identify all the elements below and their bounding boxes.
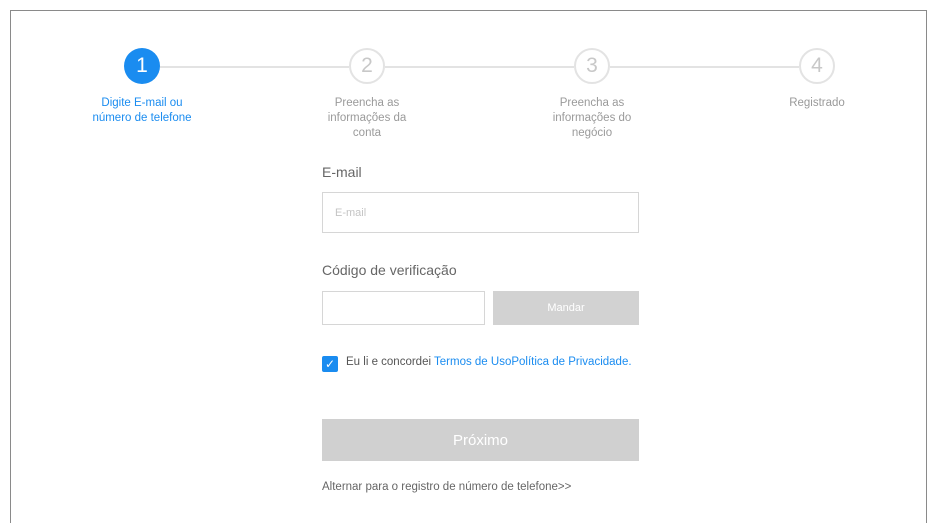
step-3-indicator: 3 bbox=[574, 48, 610, 84]
step-1-label: Digite E-mail ou número de telefone bbox=[67, 96, 217, 126]
terms-of-use-link[interactable]: Termos de Uso bbox=[434, 356, 511, 368]
step-2-label-line: conta bbox=[352, 127, 382, 139]
step-3-label-line: negócio bbox=[571, 127, 613, 139]
step-2-label: Preencha as informações da conta bbox=[292, 96, 442, 141]
terms-checkbox[interactable]: ✓ bbox=[322, 356, 338, 372]
email-input[interactable] bbox=[322, 192, 639, 233]
step-2-label-line: Preencha as bbox=[334, 97, 400, 109]
switch-to-phone-link[interactable]: Alternar para o registro de número de te… bbox=[322, 481, 571, 493]
step-connector bbox=[385, 66, 574, 68]
verification-code-label: Código de verificação bbox=[322, 262, 457, 278]
step-3-label-line: informações do bbox=[552, 112, 632, 124]
checkmark-icon: ✓ bbox=[324, 357, 336, 371]
step-4-indicator: 4 bbox=[799, 48, 835, 84]
privacy-policy-link[interactable]: Política de Privacidade bbox=[511, 356, 628, 368]
step-4-label-line: Registrado bbox=[789, 97, 845, 109]
terms-agreement-text: Eu li e concordei Termos de UsoPolítica … bbox=[346, 354, 636, 371]
step-connector bbox=[160, 66, 349, 68]
agree-prefix: Eu li e concordei bbox=[346, 356, 435, 368]
step-2-indicator: 2 bbox=[349, 48, 385, 84]
step-4-label: Registrado bbox=[742, 96, 892, 111]
step-3-label-line: Preencha as bbox=[559, 97, 625, 109]
verification-code-input[interactable] bbox=[322, 291, 485, 325]
step-3-label: Preencha as informações do negócio bbox=[517, 96, 667, 141]
send-code-button[interactable]: Mandar bbox=[493, 291, 639, 325]
step-2-label-line: informações da bbox=[327, 112, 407, 124]
email-label: E-mail bbox=[322, 164, 362, 180]
step-1-indicator: 1 bbox=[124, 48, 160, 84]
step-1-label-line: Digite E-mail ou bbox=[101, 97, 183, 109]
step-connector bbox=[610, 66, 799, 68]
agree-suffix: . bbox=[628, 356, 632, 368]
next-button[interactable]: Próximo bbox=[322, 419, 639, 461]
step-1-label-line: número de telefone bbox=[92, 112, 192, 124]
